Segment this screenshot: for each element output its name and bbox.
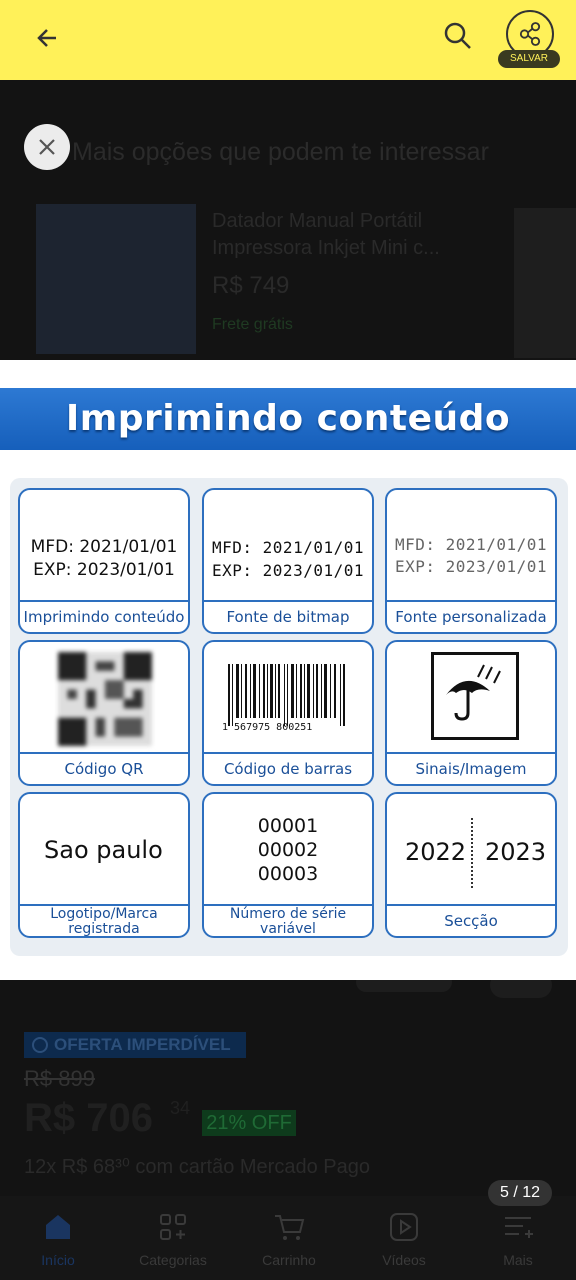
exp-line: EXP: 2023/01/01 (395, 557, 547, 576)
recommendation-thumbnail (36, 204, 196, 354)
recommendation-card[interactable]: Datador Manual Portátil Impressora Inkje… (24, 196, 504, 356)
feature-cell-section: 2022 2023 Secção (385, 792, 557, 938)
recommendation-shipping: Frete grátis (212, 316, 293, 333)
cell-label: Imprimindo conteúdo (20, 600, 188, 632)
nav-item-cart[interactable]: Carrinho (241, 1210, 337, 1280)
video-icon (390, 1213, 418, 1241)
feature-cell-logo-brand: Sao paulo Logotipo/Marca registrada (18, 792, 190, 938)
cell-body: 1 567975 800251 (204, 642, 372, 750)
date-text: MFD: 2021/01/01 EXP: 2023/01/01 (387, 534, 555, 578)
bottom-nav: Início Categorias Carrinho Vídeos Mais (0, 1196, 576, 1280)
recommendation-card-next[interactable] (514, 208, 576, 358)
discount-badge: 21% OFF (202, 1110, 296, 1136)
logo-text: Sao paulo (44, 836, 163, 864)
categories-icon (160, 1214, 186, 1240)
feature-cell-custom-font: MFD: 2021/01/01 EXP: 2023/01/01 Fonte pe… (385, 488, 557, 634)
nav-label-more: Mais (503, 1252, 533, 1268)
feature-cell-qr-code: Código QR (18, 640, 190, 786)
nav-label-videos: Vídeos (382, 1252, 426, 1268)
qr-code-icon (58, 652, 152, 746)
exp-line: EXP: 2023/01/01 (212, 561, 364, 580)
exp-line: EXP: 2023/01/01 (33, 560, 175, 580)
nav-item-categories[interactable]: Categorias (125, 1210, 221, 1280)
feature-cell-bitmap-font: MFD: 2021/01/01 EXP: 2023/01/01 Fonte de… (202, 488, 374, 634)
cell-body: MFD: 2021/01/01 EXP: 2023/01/01 (204, 490, 372, 598)
serial-list: 00001 00002 00003 (204, 814, 372, 886)
close-icon (39, 139, 55, 155)
perforation-line (471, 818, 479, 888)
nav-label-home: Início (41, 1252, 75, 1268)
date-text: MFD: 2021/01/01 EXP: 2023/01/01 (20, 536, 188, 582)
umbrella-icon (446, 664, 501, 721)
cell-body (20, 642, 188, 750)
barcode-icon: 1 567975 800251 (222, 664, 345, 733)
cell-label: Logotipo/Marca registrada (20, 904, 188, 936)
cell-label: Fonte personalizada (387, 600, 555, 632)
old-price: R$ 899 (24, 1066, 95, 1091)
cell-body: MFD: 2021/01/01 EXP: 2023/01/01 (20, 490, 188, 598)
image-banner: Imprimindo conteúdo (0, 388, 576, 450)
keep-dry-symbol (431, 652, 519, 740)
top-bar: SALVAR (0, 0, 576, 80)
date-text: MFD: 2021/01/01 EXP: 2023/01/01 (204, 536, 372, 582)
cell-label: Código QR (20, 752, 188, 784)
section-title: Mais opções que podem te interessar (72, 138, 489, 166)
feature-cell-serial-number: 00001 00002 00003 Número de série variáv… (202, 792, 374, 938)
page-counter: 5 / 12 (488, 1180, 552, 1206)
serial-line: 00001 (257, 815, 319, 837)
feature-cell-signs-image: Sinais/Imagem (385, 640, 557, 786)
arrow-left-icon (37, 29, 56, 47)
search-button[interactable] (440, 18, 476, 54)
installments-text: 12x R$ 68³⁰ com cartão Mercado Pago (24, 1156, 370, 1178)
deal-badge-label: OFERTA IMPERDÍVEL (54, 1035, 231, 1054)
clock-icon (32, 1037, 48, 1053)
price: R$ 706 (24, 1096, 153, 1140)
mfd-line: MFD: 2021/01/01 (395, 535, 547, 554)
feature-cell-barcode: 1 567975 800251 Código de barras (202, 640, 374, 786)
barcode-digits: 1 567975 800251 (222, 722, 312, 733)
cell-label: Secção (387, 904, 555, 936)
search-icon (444, 22, 471, 49)
nav-label-cart: Carrinho (262, 1252, 316, 1268)
cart-icon (275, 1215, 305, 1240)
serial-line: 00003 (257, 863, 319, 885)
close-button[interactable] (24, 124, 70, 170)
nav-item-videos[interactable]: Vídeos (356, 1210, 452, 1280)
cell-body: 00001 00002 00003 (204, 794, 372, 902)
share-badge: SALVAR (498, 50, 560, 68)
mfd-line: MFD: 2021/01/01 (30, 537, 178, 557)
recommendation-price: R$ 749 (212, 272, 290, 299)
feature-cell-printing-content: MFD: 2021/01/01 EXP: 2023/01/01 Imprimin… (18, 488, 190, 634)
nav-item-more[interactable]: Mais (470, 1210, 566, 1280)
cell-label: Fonte de bitmap (204, 600, 372, 632)
serial-line: 00002 (257, 839, 319, 861)
cell-label: Sinais/Imagem (387, 752, 555, 784)
year-right: 2023 (485, 838, 547, 866)
recommendation-title: Datador Manual Portátil Impressora Inkje… (212, 210, 440, 259)
banner-title: Imprimindo conteúdo (65, 398, 511, 439)
cell-label: Número de série variável (204, 904, 372, 936)
image-viewer[interactable]: Imprimindo conteúdo MFD: 2021/01/01 EXP:… (0, 360, 576, 980)
cell-body (387, 642, 555, 750)
deal-badge: OFERTA IMPERDÍVEL (24, 1032, 246, 1058)
year-left: 2022 (405, 838, 467, 866)
nav-label-categories: Categorias (139, 1252, 207, 1268)
nav-item-home[interactable]: Início (10, 1210, 106, 1280)
price-cents: 34 (170, 1098, 191, 1118)
back-button[interactable] (30, 20, 66, 56)
cell-label: Código de barras (204, 752, 372, 784)
home-icon (46, 1215, 70, 1239)
cell-body: 2022 2023 (387, 794, 555, 902)
cell-body: Sao paulo (20, 794, 188, 902)
mfd-line: MFD: 2021/01/01 (212, 538, 364, 557)
cell-body: MFD: 2021/01/01 EXP: 2023/01/01 (387, 490, 555, 598)
menu-icon (505, 1217, 533, 1238)
